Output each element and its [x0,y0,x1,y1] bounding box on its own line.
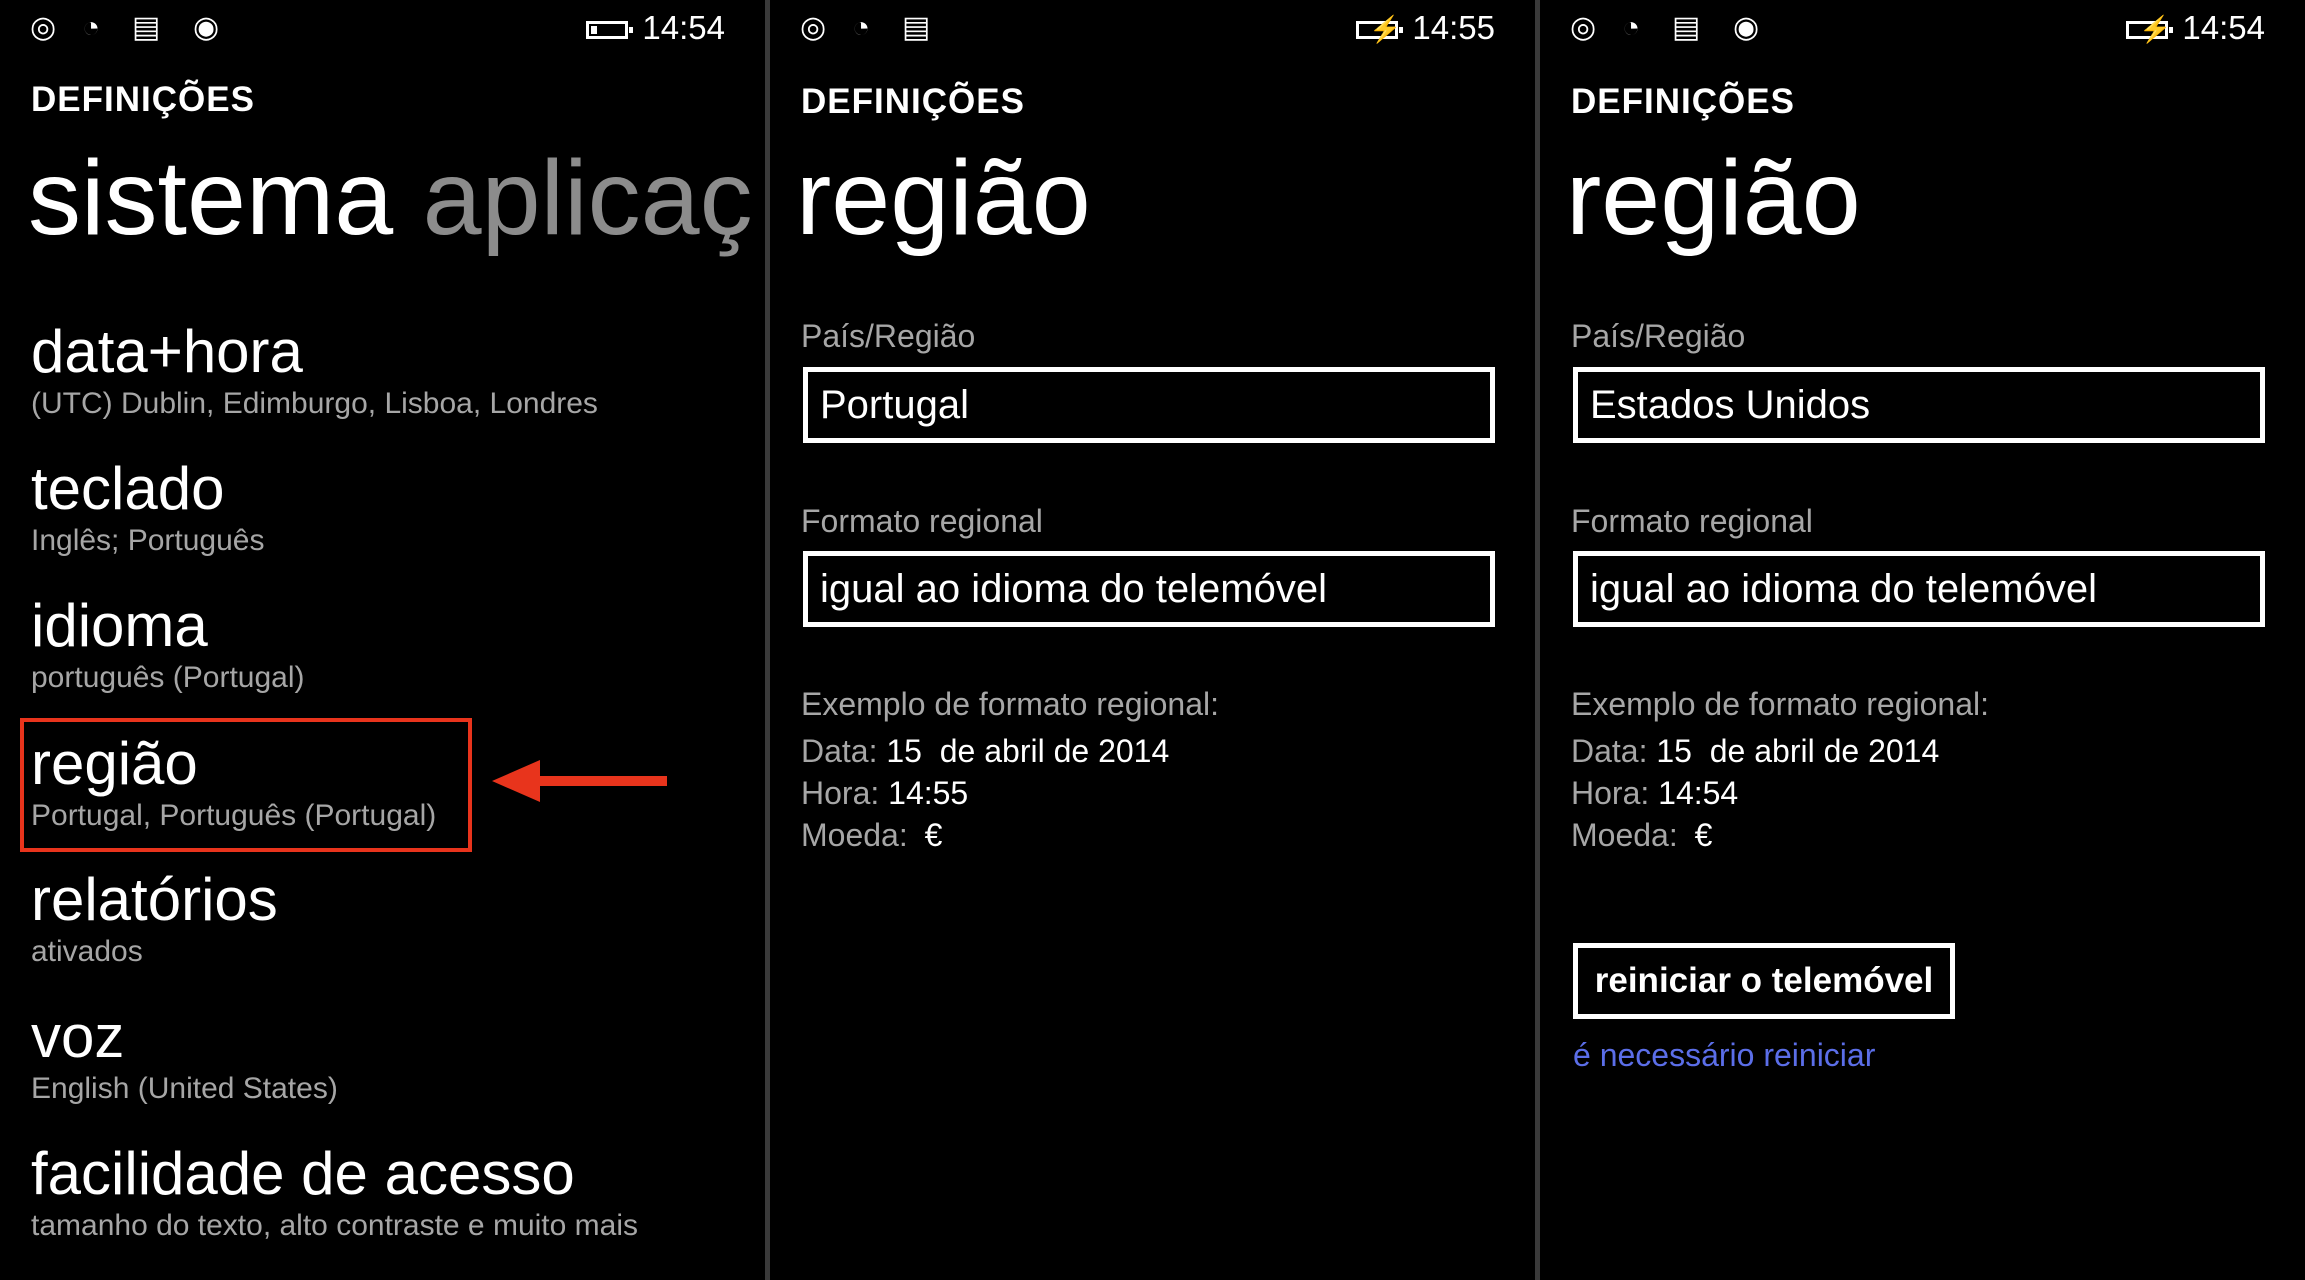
status-bar: ◎ ◔ ▤ ◉ 14:54 [0,8,765,48]
item-subtitle: tamanho do texto, alto contraste e muito… [31,1209,638,1242]
example-currency: Moeda: € [1571,815,1712,855]
example-date: Data: 15 de abril de 2014 [1571,731,1939,771]
example-time-label: Hora: [1571,775,1650,811]
example-currency-label: Moeda: [1571,817,1678,853]
pivot-header-applications[interactable]: aplicaç [423,139,753,257]
settings-item-date-time[interactable]: data+hora (UTC) Dublin, Edimburgo, Lisbo… [31,318,598,422]
status-bar: ◎ ◔ ▤ ⚡ 14:55 [770,8,1535,48]
item-subtitle: (UTC) Dublin, Edimburgo, Lisboa, Londres [31,387,598,420]
country-region-picker[interactable]: Estados Unidos [1573,367,2265,443]
country-region-label: País/Região [1571,318,1746,354]
page-title: região [1566,139,1861,257]
settings-item-language[interactable]: idioma português (Portugal) [31,592,305,696]
example-date: Data: 15 de abril de 2014 [801,731,1169,771]
example-time-label: Hora: [801,775,880,811]
item-title: teclado [31,455,225,522]
restart-required-note: é necessário reiniciar [1573,1037,1876,1073]
arrow-left-icon [492,760,667,802]
example-date-label: Data: [1571,733,1648,769]
example-date-value: 15 de abril de 2014 [1656,733,1940,769]
country-region-label: País/Região [801,318,976,354]
example-time-value: 14:55 [888,775,969,811]
signal-icon: ◎ [1570,11,1597,44]
message-icon: ▤ [132,11,161,44]
wifi-icon: ◔ [852,11,871,44]
page-title: região [796,139,1091,257]
settings-item-reports[interactable]: relatórios ativados [31,866,278,970]
app-name: DEFINIÇÕES [1571,82,1795,121]
example-time: Hora: 14:54 [1571,773,1738,813]
item-title: voz [31,1003,125,1070]
example-currency-value: € [924,817,943,853]
signal-icon: ◎ [800,11,827,44]
example-date-label: Data: [801,733,878,769]
item-subtitle: English (United States) [31,1072,338,1105]
pivot-header-system[interactable]: sistema [28,139,393,257]
example-date-value: 15 de abril de 2014 [886,733,1170,769]
settings-item-speech[interactable]: voz English (United States) [31,1003,338,1107]
battery-charging-icon: ⚡ [2126,16,2173,42]
message-icon: ▤ [1672,11,1701,44]
item-title: idioma [31,592,208,659]
item-subtitle: ativados [31,935,143,968]
item-title: relatórios [31,866,278,933]
item-title: facilidade de acesso [31,1140,575,1207]
clock: 14:55 [1412,9,1495,46]
wifi-icon: ◔ [82,11,101,44]
regional-format-label: Formato regional [1571,503,1813,539]
app-name: DEFINIÇÕES [801,82,1025,121]
clock: 14:54 [642,9,725,46]
page-title: sistema aplicaç [28,138,753,258]
clock: 14:54 [2182,9,2265,46]
item-title: data+hora [31,318,303,385]
wifi-icon: ◔ [1622,11,1641,44]
format-example-heading: Exemplo de formato regional: [801,686,1219,722]
region-settings-panel: ◎ ◔ ▤ ⚡ 14:55 DEFINIÇÕES região País/Reg… [770,0,1535,1280]
format-example-heading: Exemplo de formato regional: [1571,686,1989,722]
settings-item-ease-of-access[interactable]: facilidade de acesso tamanho do texto, a… [31,1140,638,1244]
regional-format-picker[interactable]: igual ao idioma do telemóvel [803,551,1495,627]
status-bar: ◎ ◔ ▤ ◉ ⚡ 14:54 [1540,8,2305,48]
highlight-box [20,718,472,852]
regional-format-label: Formato regional [801,503,1043,539]
signal-icon: ◎ [30,11,57,44]
battery-icon [586,21,633,39]
example-time-value: 14:54 [1658,775,1739,811]
location-icon: ◉ [1733,11,1760,44]
example-currency-label: Moeda: [801,817,908,853]
restart-phone-button[interactable]: reiniciar o telemóvel [1573,943,1955,1019]
item-subtitle: Inglês; Português [31,524,265,557]
example-currency-value: € [1694,817,1713,853]
item-subtitle: português (Portugal) [31,661,305,694]
region-settings-panel-restart: ◎ ◔ ▤ ◉ ⚡ 14:54 DEFINIÇÕES região País/R… [1540,0,2305,1280]
battery-charging-icon: ⚡ [1356,16,1403,42]
example-time: Hora: 14:55 [801,773,968,813]
message-icon: ▤ [902,11,931,44]
app-name: DEFINIÇÕES [31,80,255,119]
country-region-picker[interactable]: Portugal [803,367,1495,443]
regional-format-picker[interactable]: igual ao idioma do telemóvel [1573,551,2265,627]
settings-system-panel: ◎ ◔ ▤ ◉ 14:54 DEFINIÇÕES sistema aplicaç… [0,0,765,1280]
example-currency: Moeda: € [801,815,942,855]
location-icon: ◉ [193,11,220,44]
settings-item-keyboard[interactable]: teclado Inglês; Português [31,455,264,559]
